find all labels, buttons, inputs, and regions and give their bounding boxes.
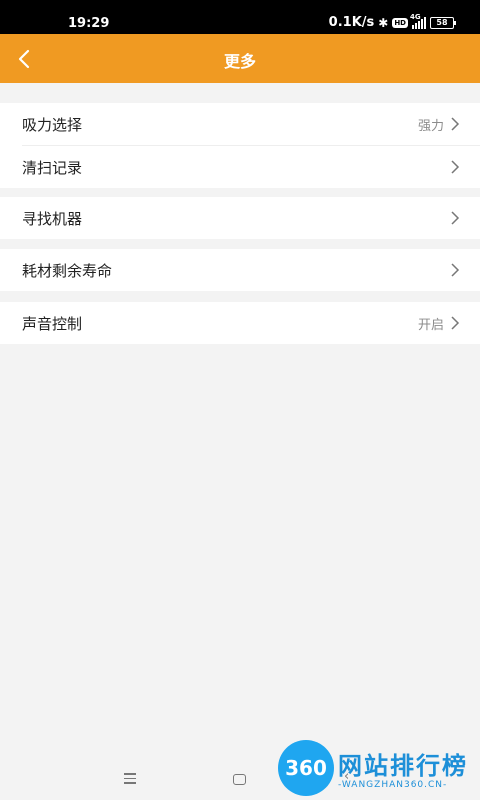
chevron-right-icon [451, 160, 460, 174]
row-clean-record[interactable]: 清扫记录 [0, 146, 480, 188]
row-sound[interactable]: 声音控制 开启 [0, 302, 480, 344]
chevron-right-icon [451, 117, 460, 131]
watermark: 360 网站排行榜 -WANGZHAN360.CN- [268, 738, 480, 800]
settings-group-2: 寻找机器 [0, 197, 480, 239]
signal-type: 4G [410, 12, 421, 21]
settings-group-1: 吸力选择 强力 清扫记录 [0, 103, 480, 188]
sound-label: 声音控制 [22, 314, 83, 333]
battery-icon: 58 [430, 16, 456, 29]
status-bar: 19:29 0.1K/s ✱ HD 4G 58 [0, 0, 480, 34]
suction-label: 吸力选择 [22, 115, 83, 134]
row-suction[interactable]: 吸力选择 强力 [0, 103, 480, 145]
clean-record-label: 清扫记录 [22, 158, 83, 177]
row-consumables[interactable]: 耗材剩余寿命 [0, 249, 480, 291]
sound-value: 开启 [417, 317, 444, 333]
status-time: 19:29 [68, 16, 110, 31]
row-find-robot[interactable]: 寻找机器 [0, 197, 480, 239]
watermark-logo: 360 [278, 740, 334, 796]
menu-icon[interactable] [124, 773, 136, 784]
settings-group-3: 耗材剩余寿命 [0, 249, 480, 291]
chevron-right-icon [451, 263, 460, 277]
chevron-right-icon [451, 211, 460, 225]
find-robot-label: 寻找机器 [22, 209, 83, 228]
chevron-right-icon [451, 316, 460, 330]
consumables-label: 耗材剩余寿命 [22, 261, 113, 280]
net-speed: 0.1K/s [328, 15, 375, 30]
app-header: 更多 [0, 34, 480, 83]
page-title: 更多 [223, 52, 256, 71]
watermark-title: 网站排行榜 [338, 752, 468, 780]
bluetooth-icon: ✱ [378, 15, 389, 30]
status-icons: 0.1K/s ✱ HD 4G 58 [328, 13, 456, 30]
settings-group-4: 声音控制 开启 [0, 302, 480, 344]
suction-value: 强力 [417, 118, 444, 134]
signal-icon: 4G [410, 13, 426, 29]
home-icon[interactable] [233, 774, 246, 785]
hd-badge: HD [392, 17, 408, 28]
watermark-subtitle: -WANGZHAN360.CN- [338, 780, 448, 790]
